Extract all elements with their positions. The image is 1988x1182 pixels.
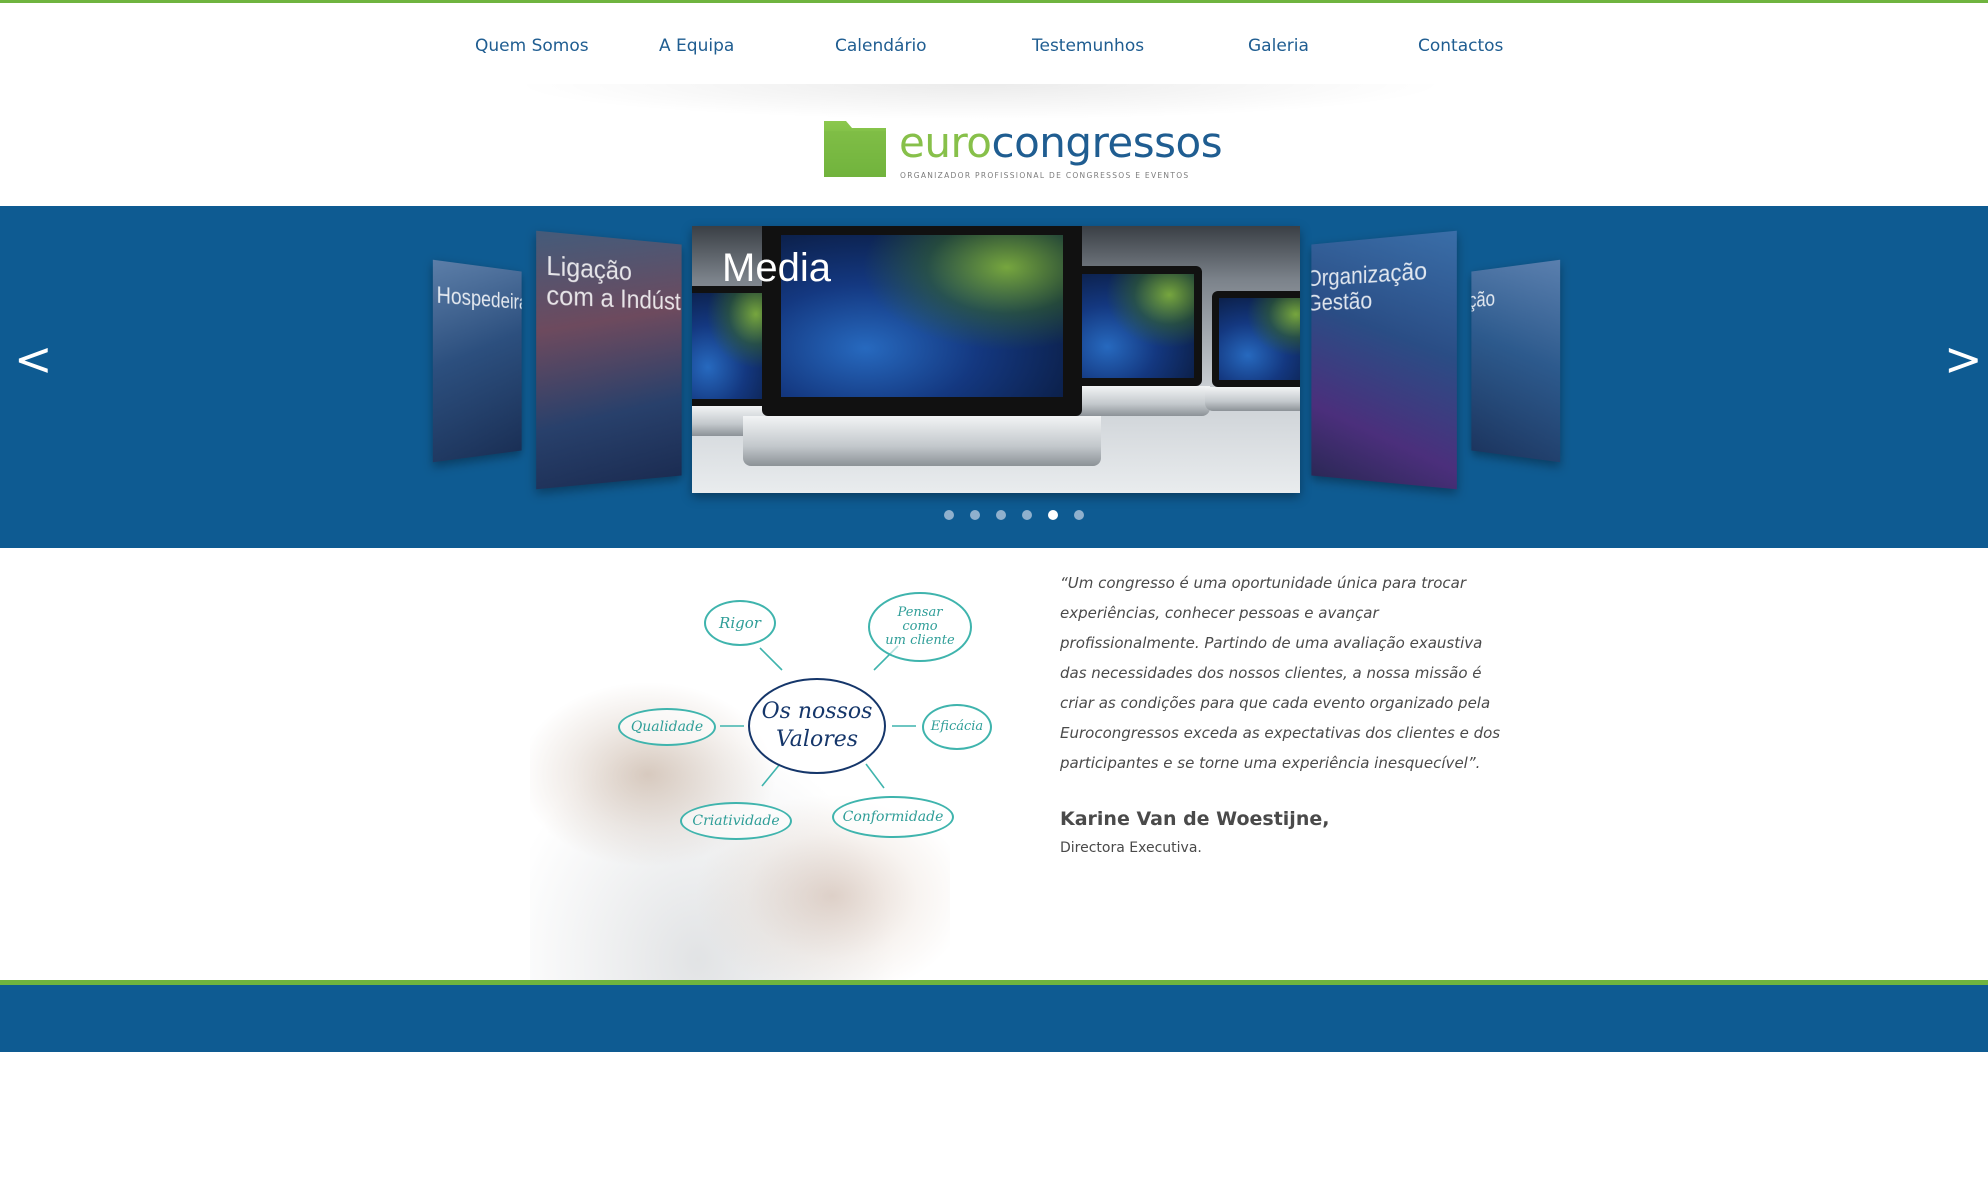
director-quote: “Um congresso é uma oportunidade única p… [1060,574,1501,772]
value-eficacia: Eficácia [922,704,992,750]
nav-item-quem-somos[interactable]: Quem Somos [475,36,589,56]
nav-item-galeria[interactable]: Galeria [1248,36,1309,56]
carousel-slide-hospedeiras[interactable]: Hospedeiras [432,259,522,463]
carousel-slide-organizacao[interactable]: Organização Gestão [1311,230,1457,490]
logo-euro-text: euro [899,118,992,167]
slide-caption: Hospedeiras [436,281,522,315]
quote-author-name: Karine Van de Woestijne, [1060,808,1330,830]
nav-item-a-equipa[interactable]: A Equipa [659,36,734,56]
values-center-bubble: Os nossos Valores [748,678,886,774]
value-qualidade: Qualidade [618,708,716,746]
main-nav: Quem Somos A Equipa Calendário Testemunh… [0,0,1988,95]
carousel-dot-3[interactable] [996,510,1006,520]
logo-congressos-text: congressos [991,118,1223,167]
value-pensar-como-um-cliente: Pensar como um cliente [868,592,972,662]
value-rigor: Rigor [704,600,776,646]
carousel-dot-4[interactable] [1022,510,1032,520]
value-criatividade: Criatividade [680,802,792,840]
carousel-dot-5[interactable] [1048,510,1058,520]
carousel: < > Hospedeiras Ligação com a Indústria … [0,206,1988,548]
value-conformidade: Conformidade [832,796,954,838]
carousel-next-button[interactable]: > [1944,336,1983,382]
carousel-dot-1[interactable] [944,510,954,520]
nav-item-contactos[interactable]: Contactos [1418,36,1503,56]
carousel-slide-far-right[interactable]: ção [1471,259,1561,463]
slide-caption: Media [722,246,831,290]
carousel-dot-2[interactable] [970,510,980,520]
nav-item-calendario[interactable]: Calendário [835,36,927,56]
laptop-image [1205,291,1300,411]
slide-caption: Ligação com a Indústria [546,249,682,317]
carousel-slide-ligacao[interactable]: Ligação com a Indústria [536,230,682,490]
folder-logo-icon [824,121,886,177]
laptop-image [1053,266,1211,416]
slide-caption: ção [1471,285,1496,313]
quote-author-role: Directora Executiva. [1060,840,1202,856]
carousel-prev-button[interactable]: < [14,336,53,382]
logo-wordmark: eurocongressos [899,122,1223,164]
logo-subtitle: ORGANIZADOR PROFISSIONAL DE CONGRESSOS E… [900,171,1190,180]
footer-bar [0,985,1988,1052]
carousel-dot-6[interactable] [1074,510,1084,520]
carousel-slide-media[interactable]: Media [692,226,1300,493]
nav-item-testemunhos[interactable]: Testemunhos [1032,36,1144,56]
values-diagram: Os nossos Valores Rigor Pensar como um c… [530,552,1000,980]
slide-caption: Organização Gestão [1311,257,1428,317]
site-logo[interactable]: eurocongressos ORGANIZADOR PROFISSIONAL … [822,112,1223,188]
